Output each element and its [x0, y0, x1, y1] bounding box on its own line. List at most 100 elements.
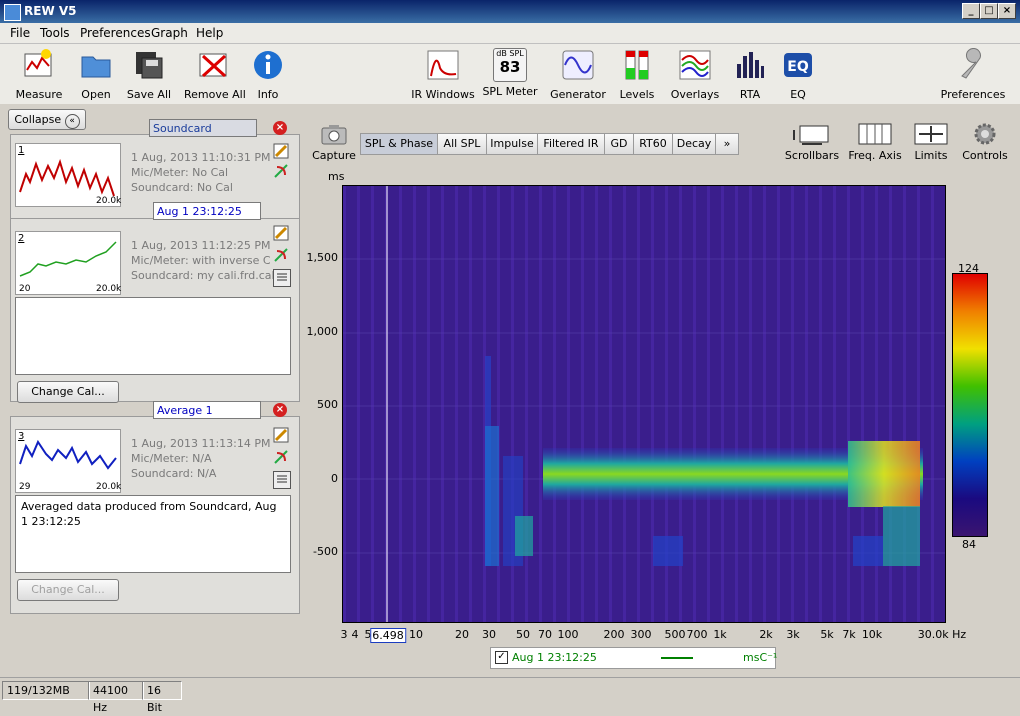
minimize-button[interactable]: _ — [962, 3, 980, 19]
info-button[interactable]: Info — [250, 48, 286, 101]
tab-rt60[interactable]: RT60 — [633, 133, 673, 155]
rta-button[interactable]: RTA — [730, 48, 770, 101]
mic-cal-icon[interactable] — [273, 163, 289, 179]
thumb-left-label: 20 — [19, 284, 31, 294]
levels-button[interactable]: Levels — [614, 48, 660, 101]
rta-label: RTA — [739, 88, 761, 101]
measurement-thumbnail-1[interactable]: 1 20.0k — [15, 143, 121, 207]
change-cal-button[interactable]: Change Cal... — [17, 381, 119, 403]
preferences-button[interactable]: Preferences — [940, 48, 1006, 101]
remove-all-button[interactable]: Remove All — [184, 48, 246, 101]
open-button[interactable]: Open — [76, 48, 116, 101]
edit-graph-icon[interactable] — [273, 143, 289, 159]
measurements-panel: Collapse « Soundcard × 1 20.0k 1 Aug, 20… — [4, 106, 300, 676]
capture-button[interactable]: Capture — [312, 122, 356, 162]
graph-legend[interactable]: ✓ Aug 1 23:12:25 msC⁻¹ — [490, 647, 777, 669]
generator-button[interactable]: Generator — [550, 48, 606, 101]
limits-button[interactable]: Limits — [908, 122, 954, 162]
x-tick: 300 — [630, 628, 652, 641]
remove-measurement-icon[interactable]: × — [273, 121, 287, 135]
eq-button[interactable]: EQ EQ — [780, 48, 816, 101]
measurement-thumbnail-3[interactable]: 3 29 20.0k — [15, 429, 121, 493]
limits-label: Limits — [914, 149, 948, 162]
tab-more[interactable]: » — [715, 133, 739, 155]
colorbar-min-label: 84 — [962, 538, 976, 551]
edit-graph-icon[interactable] — [273, 225, 289, 241]
x-tick: 200 — [603, 628, 625, 641]
measurement-name-input-3[interactable]: Average 1 — [153, 401, 261, 419]
measure-button[interactable]: Measure — [14, 48, 64, 101]
y-tick: 500 — [317, 398, 338, 411]
y-tick: 1,000 — [306, 325, 339, 338]
measurement-mic: Mic/Meter: No Cal — [131, 166, 229, 179]
freq-axis-label: Freq. Axis — [848, 149, 902, 162]
freq-axis-button[interactable]: Freq. Axis — [848, 122, 902, 162]
cursor-frequency-readout[interactable]: 6.498 — [370, 628, 406, 643]
title-bar: REW V5 _ □ × — [0, 0, 1020, 23]
ir-windows-button[interactable]: IR Windows — [410, 48, 476, 101]
collapse-button[interactable]: Collapse « — [8, 109, 86, 130]
svg-text:EQ: EQ — [787, 59, 809, 75]
measurement-date: 1 Aug, 2013 11:13:14 PM — [131, 437, 271, 450]
spl-meter-label: SPL Meter — [482, 85, 538, 98]
tab-decay[interactable]: Decay — [672, 133, 716, 155]
tab-impulse[interactable]: Impulse — [486, 133, 538, 155]
legend-checkbox[interactable]: ✓ — [495, 651, 508, 664]
measurement-card-3[interactable]: Average 1 × 3 29 20.0k 1 Aug, 2013 11:13… — [10, 401, 300, 614]
info-label: Info — [257, 88, 279, 101]
x-tick: 100 — [557, 628, 579, 641]
edit-graph-icon[interactable] — [273, 427, 289, 443]
y-axis-unit: ms — [328, 170, 345, 183]
window-title: REW V5 — [24, 4, 77, 18]
save-icon — [136, 52, 163, 79]
thumb-left-label: 29 — [19, 482, 31, 492]
spectrogram-canvas — [343, 186, 945, 622]
gear-icon — [974, 123, 996, 145]
legend-line-swatch — [661, 657, 693, 659]
x-tick: 70 — [538, 628, 552, 641]
menu-preferences[interactable]: Preferences — [80, 26, 151, 40]
measurement-name-input-1[interactable]: Soundcard — [149, 119, 257, 137]
remove-measurement-icon[interactable]: × — [273, 403, 287, 417]
spectrogram-plot[interactable] — [342, 185, 946, 623]
mic-cal-icon[interactable] — [273, 449, 289, 465]
x-tick: 3 — [340, 628, 348, 641]
controls-button[interactable]: Controls — [960, 122, 1010, 162]
menu-file[interactable]: File — [10, 26, 30, 40]
mic-cal-icon[interactable] — [273, 247, 289, 263]
scrollbars-button[interactable]: Scrollbars — [784, 122, 840, 162]
colorbar — [952, 273, 988, 537]
tab-gd[interactable]: GD — [604, 133, 634, 155]
tab-spl-phase[interactable]: SPL & Phase — [360, 133, 438, 155]
x-tick: 1k — [713, 628, 727, 641]
notes-icon[interactable] — [273, 471, 291, 489]
menu-help[interactable]: Help — [196, 26, 223, 40]
menu-bar: File Tools Preferences Graph Help — [0, 23, 1020, 44]
tab-filtered-ir[interactable]: Filtered IR — [537, 133, 605, 155]
scrollbars-label: Scrollbars — [784, 149, 840, 162]
menu-graph[interactable]: Graph — [151, 26, 188, 40]
measurement-notes[interactable]: Averaged data produced from Soundcard, A… — [15, 495, 291, 573]
x-tick: 20 — [455, 628, 469, 641]
measurement-name-input-2[interactable]: Aug 1 23:12:25 — [153, 202, 261, 220]
ir-windows-icon — [427, 50, 459, 80]
change-cal-button[interactable]: Change Cal... — [17, 579, 119, 601]
close-button[interactable]: × — [998, 3, 1016, 19]
memory-usage: 119/132MB — [2, 681, 90, 700]
menu-tools[interactable]: Tools — [40, 26, 70, 40]
measurement-card-2[interactable]: Aug 1 23:12:25 2 20 20.0k 1 Aug, 2013 11… — [10, 202, 300, 403]
tab-all-spl[interactable]: All SPL — [437, 133, 487, 155]
preferences-label: Preferences — [940, 88, 1006, 101]
measurement-soundcard: Soundcard: N/A — [131, 467, 217, 480]
measurement-notes[interactable] — [15, 297, 291, 375]
y-tick: -500 — [313, 545, 338, 558]
spl-meter-button[interactable]: dB SPL 83 SPL Meter — [482, 48, 538, 98]
measurement-thumbnail-2[interactable]: 2 20 20.0k — [15, 231, 121, 295]
save-all-button[interactable]: Save All — [126, 48, 172, 101]
notes-icon[interactable] — [273, 269, 291, 287]
measurement-soundcard: Soundcard: No Cal — [131, 181, 233, 194]
maximize-button[interactable]: □ — [980, 3, 998, 19]
spl-meter-unit: dB SPL — [496, 49, 524, 58]
overlays-button[interactable]: Overlays — [668, 48, 722, 101]
rta-icon — [737, 52, 764, 78]
